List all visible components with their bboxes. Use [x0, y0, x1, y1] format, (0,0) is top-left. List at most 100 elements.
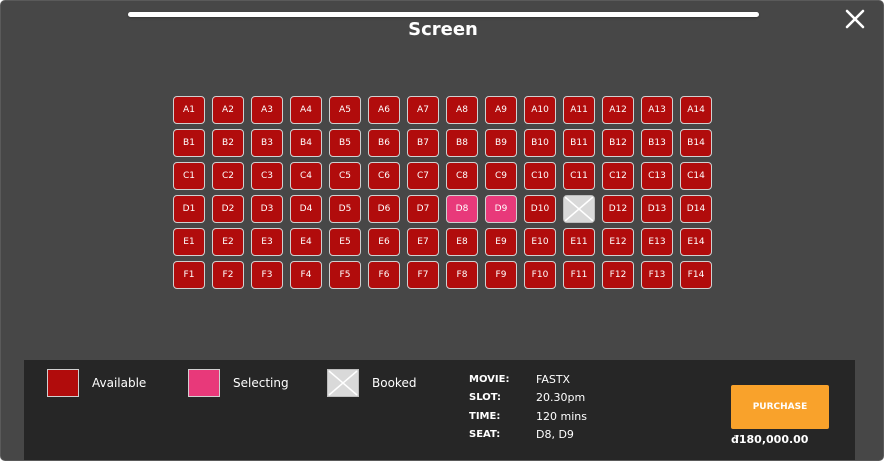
seat[interactable]: B1 [173, 129, 205, 157]
seat[interactable]: F12 [602, 261, 634, 289]
seat[interactable]: D12 [602, 195, 634, 223]
seat[interactable]: A7 [407, 96, 439, 124]
seat[interactable]: C13 [641, 162, 673, 190]
seat[interactable]: E8 [446, 228, 478, 256]
seat[interactable]: D7 [407, 195, 439, 223]
info-movie: MOVIE: FASTX [469, 370, 587, 389]
seat[interactable]: E13 [641, 228, 673, 256]
screen-bar [128, 12, 759, 17]
seat[interactable]: C10 [524, 162, 556, 190]
seat[interactable]: E10 [524, 228, 556, 256]
seat[interactable]: E5 [329, 228, 361, 256]
close-button[interactable] [843, 7, 867, 31]
seat[interactable]: F11 [563, 261, 595, 289]
seat[interactable]: D10 [524, 195, 556, 223]
seat[interactable]: F8 [446, 261, 478, 289]
info-seat-value: D8, D9 [536, 428, 574, 442]
seat[interactable]: B14 [680, 129, 712, 157]
seat[interactable]: F1 [173, 261, 205, 289]
seat[interactable]: C7 [407, 162, 439, 190]
seat[interactable]: E12 [602, 228, 634, 256]
screen-title: Screen [408, 19, 478, 40]
seat[interactable]: F10 [524, 261, 556, 289]
booking-footer: Available Selecting Booked MOVIE: FASTX … [24, 360, 855, 460]
seat[interactable]: B9 [485, 129, 517, 157]
seat[interactable]: B11 [563, 129, 595, 157]
seat[interactable]: D13 [641, 195, 673, 223]
seat[interactable]: A13 [641, 96, 673, 124]
seat[interactable]: B12 [602, 129, 634, 157]
seat[interactable]: A11 [563, 96, 595, 124]
close-icon [845, 9, 865, 29]
seat[interactable]: A2 [212, 96, 244, 124]
seat[interactable]: E2 [212, 228, 244, 256]
seat[interactable]: E9 [485, 228, 517, 256]
seat[interactable]: C8 [446, 162, 478, 190]
seat[interactable]: F2 [212, 261, 244, 289]
seat[interactable]: D14 [680, 195, 712, 223]
seat[interactable]: C11 [563, 162, 595, 190]
seat[interactable]: D8 [446, 195, 478, 223]
seat[interactable]: A4 [290, 96, 322, 124]
seat[interactable]: B10 [524, 129, 556, 157]
seat[interactable]: F5 [329, 261, 361, 289]
seat[interactable]: A10 [524, 96, 556, 124]
seat[interactable]: D1 [173, 195, 205, 223]
seat[interactable]: A3 [251, 96, 283, 124]
seat[interactable]: C2 [212, 162, 244, 190]
seat[interactable]: B8 [446, 129, 478, 157]
seat[interactable]: C9 [485, 162, 517, 190]
seat[interactable]: B7 [407, 129, 439, 157]
info-movie-value: FASTX [536, 372, 571, 386]
seat[interactable]: E7 [407, 228, 439, 256]
seat[interactable]: D5 [329, 195, 361, 223]
seat-grid: A1 A2 A3 A4 A5 A6 A7 A8 A9 A10 A11 A12 A13 A14 B1 B2 B3 B… [173, 96, 712, 289]
purchase-button[interactable]: PURCHASE [731, 385, 829, 429]
seat[interactable]: F13 [641, 261, 673, 289]
seat[interactable]: E3 [251, 228, 283, 256]
seat[interactable]: E4 [290, 228, 322, 256]
seat[interactable]: B6 [368, 129, 400, 157]
seat[interactable]: D4 [290, 195, 322, 223]
seat[interactable]: C4 [290, 162, 322, 190]
info-slot-value: 20.30pm [536, 391, 586, 405]
seat[interactable]: A5 [329, 96, 361, 124]
seat[interactable]: E6 [368, 228, 400, 256]
seat[interactable]: F9 [485, 261, 517, 289]
seat[interactable]: F6 [368, 261, 400, 289]
seat[interactable]: C12 [602, 162, 634, 190]
seat[interactable]: B3 [251, 129, 283, 157]
info-seat: SEAT: D8, D9 [469, 426, 587, 445]
seat[interactable]: B13 [641, 129, 673, 157]
seat[interactable]: B5 [329, 129, 361, 157]
seat[interactable]: F4 [290, 261, 322, 289]
seat[interactable]: D2 [212, 195, 244, 223]
seat[interactable]: B2 [212, 129, 244, 157]
seat[interactable]: F3 [251, 261, 283, 289]
seat[interactable]: A1 [173, 96, 205, 124]
seat[interactable]: A12 [602, 96, 634, 124]
seat[interactable]: D9 [485, 195, 517, 223]
seat[interactable]: C1 [173, 162, 205, 190]
seat[interactable]: D3 [251, 195, 283, 223]
seat[interactable]: A14 [680, 96, 712, 124]
info-slot-key: SLOT: [469, 392, 501, 404]
seat[interactable]: E1 [173, 228, 205, 256]
seat[interactable]: A9 [485, 96, 517, 124]
seat[interactable]: A6 [368, 96, 400, 124]
seat[interactable]: B4 [290, 129, 322, 157]
seat[interactable]: E14 [680, 228, 712, 256]
legend-selecting-label: Selecting [233, 376, 289, 390]
seat[interactable]: F7 [407, 261, 439, 289]
seat[interactable]: C14 [680, 162, 712, 190]
seat[interactable]: C5 [329, 162, 361, 190]
info-movie-key: MOVIE: [469, 373, 510, 385]
seat[interactable]: C6 [368, 162, 400, 190]
seat[interactable]: A8 [446, 96, 478, 124]
seat[interactable]: D6 [368, 195, 400, 223]
legend-available-swatch [47, 369, 79, 397]
seat[interactable]: C3 [251, 162, 283, 190]
booking-info: MOVIE: FASTX SLOT: 20.30pm TIME: 120 min… [469, 370, 587, 444]
seat[interactable]: E11 [563, 228, 595, 256]
seat[interactable]: F14 [680, 261, 712, 289]
